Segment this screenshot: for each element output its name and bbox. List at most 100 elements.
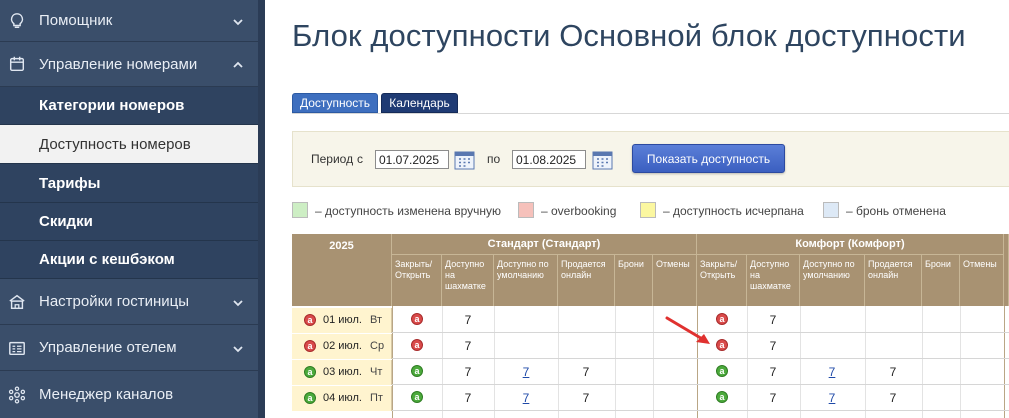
sidebar-item-label: Помощник: [39, 12, 113, 29]
sidebar-divider: [258, 0, 265, 418]
toggle-open-button[interactable]: a: [411, 339, 423, 351]
show-availability-button[interactable]: Показать доступность: [632, 144, 785, 173]
col-header-bookings: Брони: [922, 254, 960, 306]
available-value[interactable]: 7: [448, 313, 488, 327]
availability-grid: 2025 Стандарт (Стандарт) Комфорт (Комфор…: [292, 234, 1009, 418]
table-row: a 04 июл. Пт a 7 7 7 a 7 7 7: [292, 386, 1009, 411]
available-value[interactable]: 7: [753, 391, 793, 405]
available-value[interactable]: 7: [753, 339, 793, 353]
sidebar-subitem-discounts[interactable]: Скидки: [0, 203, 258, 241]
toggle-close-button[interactable]: a: [411, 365, 423, 377]
legend-swatch-cancelled: [823, 202, 839, 218]
weekday-label: Пт: [370, 392, 383, 404]
col-header-available: Доступно на шахматке: [747, 254, 800, 306]
online-value: 7: [889, 365, 897, 379]
date-cell: a 02 июл. Ср: [292, 334, 392, 359]
annotation-arrow-icon: [665, 316, 710, 344]
calendar-picker-icon[interactable]: [454, 149, 475, 170]
group-header-next: [1004, 234, 1009, 306]
chevron-up-icon: [232, 58, 244, 70]
period-label: Период: [311, 152, 354, 166]
tab-divider: [292, 113, 1009, 114]
calendar-picker-icon[interactable]: [592, 149, 613, 170]
network-icon: [7, 385, 27, 405]
group-header-standard: Стандарт (Стандарт): [392, 234, 697, 254]
sidebar-item-label: Настройки гостиницы: [39, 293, 189, 310]
status-badge[interactable]: a: [304, 340, 316, 352]
date-cell: a 04 июл. Пт: [292, 386, 392, 411]
to-label: по: [487, 152, 501, 166]
date-label: 01 июл.: [323, 314, 362, 326]
col-header-available: Доступно на шахматке: [442, 254, 494, 306]
toggle-open-button[interactable]: a: [411, 313, 423, 325]
date-to-input[interactable]: [512, 150, 586, 169]
online-value: 7: [582, 391, 590, 405]
col-header-default: Доступно по умолчанию: [800, 254, 865, 306]
toggle-close-button[interactable]: a: [716, 391, 728, 403]
legend-text-exhausted: – доступность исчерпана: [663, 204, 804, 218]
date-cell: a 03 июл. Чт: [292, 360, 392, 385]
from-label: с: [357, 152, 363, 166]
default-value-link[interactable]: 7: [506, 391, 546, 405]
sidebar-item-room-management[interactable]: Управление номерами: [0, 42, 258, 87]
sidebar-subitem-label: Тарифы: [39, 174, 101, 192]
available-value[interactable]: 7: [448, 339, 488, 353]
col-header-cancels: Отмены: [960, 254, 1004, 306]
building-icon: [7, 292, 27, 312]
col-header-cancels: Отмены: [653, 254, 697, 306]
legend-text-cancelled: – бронь отменена: [846, 204, 946, 218]
sidebar-subitem-room-availability[interactable]: Доступность номеров: [0, 125, 258, 164]
available-value[interactable]: 7: [753, 365, 793, 379]
sidebar-subitem-room-categories[interactable]: Категории номеров: [0, 87, 258, 125]
sidebar-item-hotel-settings[interactable]: Настройки гостиницы: [0, 279, 258, 325]
legend-text-overbooking: – overbooking: [541, 204, 617, 218]
tab-calendar[interactable]: Календарь: [381, 93, 458, 113]
group-header-comfort: Комфорт (Комфорт): [697, 234, 1004, 254]
legend-swatch-manual: [292, 202, 308, 218]
calendar-icon: [7, 54, 27, 74]
available-value[interactable]: 7: [753, 313, 793, 327]
default-value-link[interactable]: 7: [812, 365, 852, 379]
table-row: a 01 июл. Вт a 7 a 7: [292, 308, 1009, 333]
default-value-link[interactable]: 7: [812, 391, 852, 405]
sidebar-item-label: Менеджер каналов: [39, 386, 174, 403]
sidebar-subitem-cashback[interactable]: Акции с кешбэком: [0, 241, 258, 279]
sidebar-item-hotel-management[interactable]: Управление отелем: [0, 325, 258, 371]
available-value[interactable]: 7: [448, 391, 488, 405]
col-header-online: Продается онлайн: [865, 254, 922, 306]
status-badge[interactable]: a: [304, 366, 316, 378]
weekday-label: Вт: [370, 314, 383, 326]
online-value: 7: [889, 391, 897, 405]
sidebar-subitem-label: Скидки: [39, 213, 93, 230]
page-title: Блок доступности Основной блок доступнос…: [292, 18, 966, 53]
date-from-input[interactable]: [375, 150, 449, 169]
chevron-down-icon: [232, 296, 244, 308]
date-cell: a 01 июл. Вт: [292, 308, 392, 333]
legend-text-manual: – доступность изменена вручную: [315, 204, 502, 218]
toggle-open-button[interactable]: a: [716, 339, 728, 351]
legend-swatch-exhausted: [640, 202, 656, 218]
tab-availability[interactable]: Доступность: [292, 93, 378, 113]
weekday-label: Ср: [370, 340, 385, 352]
sidebar-subitem-rates[interactable]: Тарифы: [0, 164, 258, 203]
col-header-toggle: Закрыть/ Открыть: [392, 254, 442, 306]
toggle-open-button[interactable]: a: [716, 313, 728, 325]
toggle-close-button[interactable]: a: [716, 365, 728, 377]
sidebar-subitem-label: Акции с кешбэком: [39, 251, 175, 268]
default-value-link[interactable]: 7: [506, 365, 546, 379]
col-header-default: Доступно по умолчанию: [494, 254, 558, 306]
sidebar-item-label: Управление отелем: [39, 339, 177, 356]
chevron-down-icon: [232, 342, 244, 354]
sidebar-subitem-label: Доступность номеров: [39, 135, 191, 153]
status-badge[interactable]: a: [304, 314, 316, 326]
status-badge[interactable]: a: [304, 392, 316, 404]
year-header: 2025: [292, 234, 392, 306]
available-value[interactable]: 7: [448, 365, 488, 379]
toggle-close-button[interactable]: a: [411, 391, 423, 403]
col-header-toggle: Закрыть/ Открыть: [697, 254, 747, 306]
sidebar-item-assistant[interactable]: Помощник: [0, 0, 258, 42]
sidebar-item-channel-manager[interactable]: Менеджер каналов: [0, 371, 258, 418]
col-header-online: Продается онлайн: [558, 254, 615, 306]
online-value: 7: [582, 365, 590, 379]
date-label: 04 июл.: [323, 392, 362, 404]
